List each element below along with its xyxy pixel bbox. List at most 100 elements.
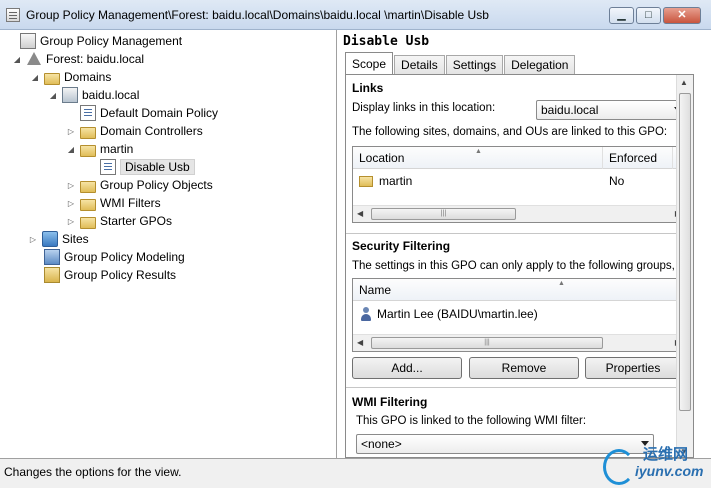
- tree-item-label: Group Policy Objects: [100, 178, 213, 192]
- content-vertical-scrollbar[interactable]: ▲ ▼: [676, 75, 693, 457]
- folder-icon: [80, 198, 96, 211]
- app-icon: [6, 8, 20, 22]
- add-button[interactable]: Add...: [352, 357, 462, 379]
- display-links-label: Display links in this location:: [352, 102, 496, 114]
- scrollbar-thumb[interactable]: |||: [371, 337, 603, 349]
- sort-arrow-icon: ▲: [475, 148, 482, 155]
- table-row[interactable]: martin No Y: [353, 171, 685, 191]
- sites-icon: [42, 231, 58, 247]
- section-divider: [346, 233, 678, 234]
- gpo-link-icon: [100, 159, 116, 175]
- tree-item-disable-usb[interactable]: Disable Usb: [86, 158, 195, 176]
- title-bar: Group Policy Management\Forest: baidu.lo…: [0, 0, 711, 30]
- tree-item-starter-gpos[interactable]: ▷ Starter GPOs: [66, 212, 172, 230]
- tree-item-label: Forest: baidu.local: [46, 52, 145, 66]
- column-header-name[interactable]: Name ▲: [353, 279, 685, 301]
- scroll-up-icon[interactable]: ▲: [680, 78, 688, 87]
- forest-icon: [26, 51, 42, 67]
- tree-item-label: Default Domain Policy: [100, 106, 219, 120]
- expand-arrow-icon[interactable]: ▷: [66, 217, 76, 226]
- tab-strip: Scope Details Settings Delegation: [345, 52, 576, 74]
- ou-folder-icon: [359, 175, 373, 187]
- tree-item-label: baidu.local: [82, 88, 140, 102]
- links-list-header: Location ▲ Enforced L: [353, 147, 685, 169]
- tab-delegation[interactable]: Delegation: [504, 55, 576, 74]
- expand-arrow-icon[interactable]: ▷: [66, 181, 76, 190]
- tab-settings[interactable]: Settings: [445, 55, 504, 74]
- folder-icon: [80, 180, 96, 193]
- column-label: Location: [359, 151, 405, 165]
- site-watermark: 运维网 iyunv.com: [603, 443, 707, 487]
- close-button[interactable]: ✕: [663, 7, 701, 24]
- tab-details[interactable]: Details: [394, 55, 445, 74]
- wmi-filtering-description: This GPO is linked to the following WMI …: [356, 415, 587, 427]
- scrollbar-thumb[interactable]: |||: [371, 208, 516, 220]
- location-dropdown[interactable]: baidu.local: [536, 100, 687, 120]
- collapse-arrow-icon[interactable]: ◢: [48, 91, 58, 100]
- tree-item-group-policy-objects[interactable]: ▷ Group Policy Objects: [66, 176, 213, 194]
- tree-item-label: WMI Filters: [100, 196, 161, 210]
- section-divider: [346, 387, 678, 388]
- modeling-icon: [44, 249, 60, 265]
- security-filtering-description: The settings in this GPO can only apply …: [352, 260, 694, 272]
- expand-arrow-icon[interactable]: ▷: [28, 235, 38, 244]
- link-location-cell: martin: [379, 174, 413, 188]
- window-title: Group Policy Management\Forest: baidu.lo…: [26, 8, 489, 22]
- tree-item-group-policy-management[interactable]: Group Policy Management: [6, 32, 182, 50]
- gpm-icon: [20, 33, 36, 49]
- tree-item-forest[interactable]: ◢ Forest: baidu.local: [12, 50, 144, 68]
- ou-folder-icon: [80, 126, 96, 139]
- tree-item-domains[interactable]: ◢ Domains: [30, 68, 111, 86]
- security-filtering-list: Name ▲ Martin Lee (BAIDU\martin.lee) ◀ |…: [352, 278, 686, 352]
- tab-scope[interactable]: Scope: [345, 52, 394, 74]
- maximize-button[interactable]: □: [636, 7, 661, 24]
- links-heading: Links: [352, 81, 384, 95]
- scroll-left-icon[interactable]: ◀: [357, 338, 363, 347]
- tree-item-domain-controllers[interactable]: ▷ Domain Controllers: [66, 122, 203, 140]
- table-row[interactable]: Martin Lee (BAIDU\martin.lee): [353, 304, 685, 324]
- remove-button[interactable]: Remove: [469, 357, 579, 379]
- status-text: Changes the options for the view.: [4, 465, 182, 479]
- column-header-location[interactable]: Location ▲: [353, 147, 603, 169]
- minimize-button[interactable]: ▁: [609, 7, 634, 24]
- security-principal-cell: Martin Lee (BAIDU\martin.lee): [377, 307, 538, 321]
- domains-folder-icon: [44, 72, 60, 85]
- column-label: Name: [359, 283, 392, 297]
- security-list-header: Name ▲: [353, 279, 685, 301]
- tree-item-group-policy-results[interactable]: Group Policy Results: [30, 266, 176, 284]
- wmi-filter-value: <none>: [361, 437, 402, 451]
- tree-item-label: Starter GPOs: [100, 214, 173, 228]
- tree-item-label: martin: [100, 142, 134, 156]
- column-header-enforced[interactable]: Enforced: [603, 147, 673, 169]
- watermark-cn: 运维网: [643, 446, 689, 463]
- security-filtering-heading: Security Filtering: [352, 239, 451, 253]
- gpo-link-icon: [80, 105, 96, 121]
- location-dropdown-value: baidu.local: [541, 103, 599, 117]
- expand-arrow-icon[interactable]: ▷: [66, 127, 76, 136]
- tree-item-baidu-local[interactable]: ◢ baidu.local: [48, 86, 139, 104]
- tree-item-label: Group Policy Results: [64, 268, 177, 282]
- tree-item-wmi-filters[interactable]: ▷ WMI Filters: [66, 194, 161, 212]
- links-horizontal-scrollbar[interactable]: ◀ ||| ▶: [353, 205, 685, 222]
- collapse-arrow-icon[interactable]: ◢: [30, 73, 40, 82]
- tree-item-martin[interactable]: ◢ martin: [66, 140, 133, 158]
- domain-icon: [62, 87, 78, 103]
- tree-item-sites[interactable]: ▷ Sites: [28, 230, 89, 248]
- collapse-arrow-icon[interactable]: ◢: [66, 145, 76, 154]
- window-controls: ▁ □ ✕: [609, 7, 701, 24]
- collapse-arrow-icon[interactable]: ◢: [12, 55, 22, 64]
- ou-folder-icon: [80, 144, 96, 157]
- scroll-left-icon[interactable]: ◀: [357, 209, 363, 218]
- swirl-logo-icon: [603, 449, 635, 485]
- links-list: Location ▲ Enforced L martin No Y ◀ |||: [352, 146, 686, 223]
- expand-arrow-icon[interactable]: ▷: [66, 199, 76, 208]
- tree-item-default-domain-policy[interactable]: Default Domain Policy: [66, 104, 218, 122]
- security-horizontal-scrollbar[interactable]: ◀ ||| ▶: [353, 334, 685, 351]
- details-pane: Disable Usb Scope Details Settings Deleg…: [339, 30, 711, 458]
- user-icon: [359, 307, 373, 321]
- tree-item-label: Group Policy Management: [40, 34, 183, 48]
- tree-item-group-policy-modeling[interactable]: Group Policy Modeling: [30, 248, 185, 266]
- scrollbar-thumb[interactable]: [679, 93, 691, 411]
- properties-button[interactable]: Properties: [585, 357, 681, 379]
- tree-item-label: Domains: [64, 70, 112, 84]
